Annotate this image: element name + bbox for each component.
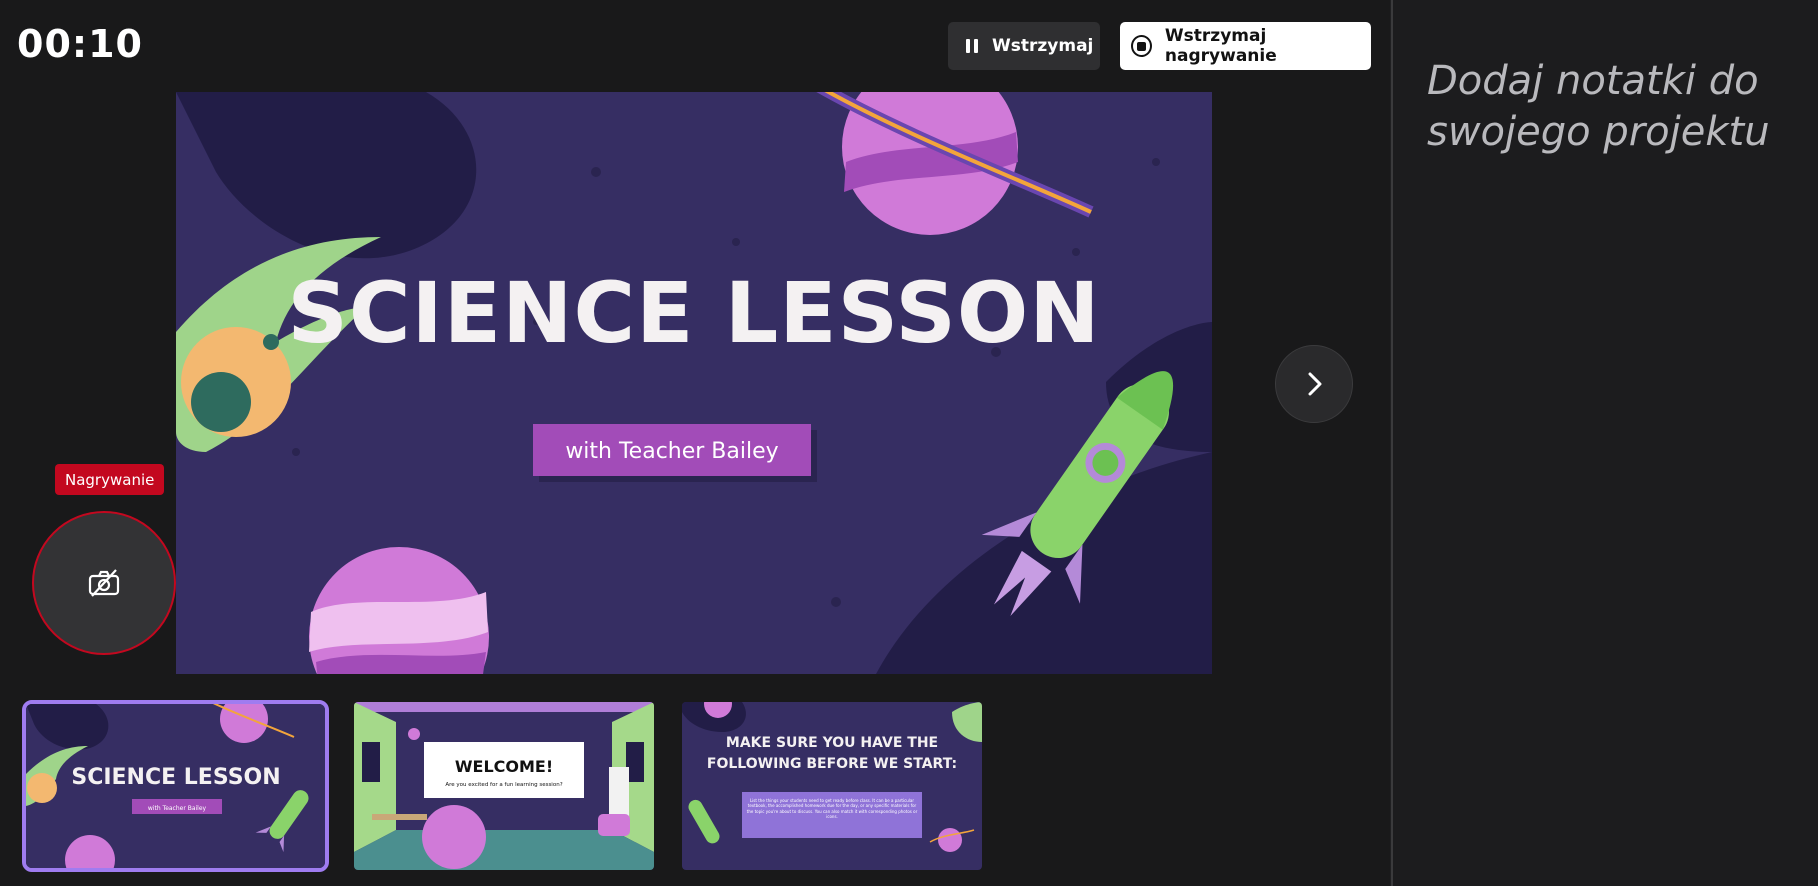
stop-button-label: Wstrzymaj nagrywanie [1164, 26, 1277, 66]
pause-button[interactable]: Wstrzymaj [948, 22, 1100, 70]
thumbnail-3-body: List the things your students need to ge… [746, 798, 918, 820]
slide-thumbnail-3[interactable]: MAKE SURE YOU HAVE THE FOLLOWING BEFORE … [682, 702, 982, 870]
pause-icon [966, 39, 978, 53]
thumbnail-1-subtitle: with Teacher Bailey [148, 805, 207, 812]
thumbnail-1-artwork: SCIENCE LESSON with Teacher Bailey [26, 704, 325, 868]
stop-icon [1131, 35, 1152, 57]
thumbnail-1-title: SCIENCE LESSON [71, 765, 280, 790]
chevron-right-icon [1308, 372, 1322, 396]
slide-thumbnail-1[interactable]: SCIENCE LESSON with Teacher Bailey [22, 700, 329, 872]
notes-placeholder[interactable]: Dodaj notatki do swojego projektu [1427, 56, 1787, 158]
recording-timer: 00:10 [17, 22, 143, 66]
slide-title: SCIENCE LESSON [287, 264, 1100, 362]
thumbnail-2-subtitle: Are you excited for a fun learning sessi… [445, 782, 562, 788]
camera-off-icon [88, 569, 120, 597]
thumbnail-2-title: WELCOME! [455, 757, 553, 776]
next-slide-button[interactable] [1275, 345, 1353, 423]
recording-badge: Nagrywanie [55, 464, 165, 495]
thumbnail-2-artwork: WELCOME! Are you excited for a fun learn… [354, 702, 654, 870]
thumbnail-3-title-line1: MAKE SURE YOU HAVE THE [726, 735, 938, 751]
camera-preview[interactable] [32, 511, 176, 655]
stop-recording-button[interactable]: Wstrzymaj nagrywanie [1120, 22, 1371, 70]
slide-thumbnail-2[interactable]: WELCOME! Are you excited for a fun learn… [354, 702, 654, 870]
pause-button-label: Wstrzymaj [992, 36, 1094, 56]
current-slide: SCIENCE LESSON with Teacher Bailey [176, 92, 1212, 674]
slide-subtitle: with Teacher Bailey [565, 439, 778, 464]
slide-artwork: SCIENCE LESSON with Teacher Bailey [176, 92, 1212, 674]
thumbnail-3-title-line2: FOLLOWING BEFORE WE START: [707, 756, 957, 772]
thumbnail-3-artwork: MAKE SURE YOU HAVE THE FOLLOWING BEFORE … [682, 702, 982, 870]
presenter-area: 00:10 Wstrzymaj Wstrzymaj nagrywanie SCI… [0, 0, 1390, 886]
